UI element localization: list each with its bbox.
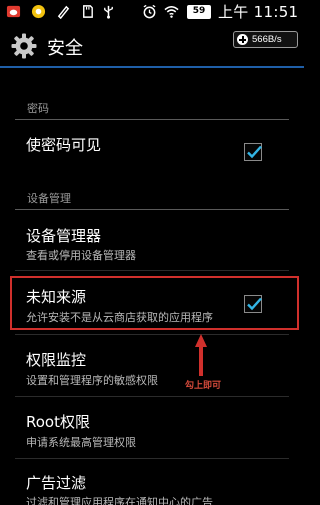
row-divider: [15, 396, 289, 397]
weibo-icon: [6, 5, 21, 18]
clock: 上午 11:51: [218, 3, 299, 21]
setting-title: Root权限: [26, 413, 90, 431]
annotation-note: 勾上即可: [185, 381, 222, 391]
qq-icon: [31, 4, 46, 19]
battery-icon: 59: [187, 5, 211, 19]
show-password-checkbox[interactable]: [244, 143, 262, 161]
checkmark-icon: [247, 145, 262, 159]
section-header-password: 密码: [0, 96, 304, 120]
action-bar-divider: [0, 66, 304, 68]
row-divider: [15, 334, 289, 335]
page-title: 安全: [47, 38, 83, 59]
sd-card-icon: [83, 5, 93, 18]
network-speed: 566B/s: [252, 34, 282, 45]
section-header-device-admin: 设备管理: [0, 186, 304, 210]
setting-title: 广告过滤: [26, 474, 87, 492]
highlight-box: [10, 276, 299, 330]
network-speed-badge: 566B/s: [233, 31, 298, 48]
setting-title: 设备管理器: [26, 227, 102, 245]
section-title: 密码: [27, 102, 49, 115]
setting-title: 使密码可见: [26, 136, 102, 154]
arrow-up-icon: [195, 334, 207, 376]
setting-ad-filter[interactable]: 广告过滤 过滤和管理应用程序在通知中心的广告: [0, 462, 304, 505]
setting-summary: 过滤和管理应用程序在通知中心的广告: [26, 496, 213, 505]
setting-summary: 申请系统最高管理权限: [26, 436, 136, 449]
setting-title: 权限监控: [26, 351, 87, 369]
setting-root[interactable]: Root权限 申请系统最高管理权限: [0, 400, 304, 456]
setting-permission-monitor[interactable]: 权限监控 设置和管理程序的敏感权限: [0, 338, 304, 394]
plus-icon: [237, 34, 248, 45]
gear-icon[interactable]: [10, 32, 38, 60]
row-divider: [15, 270, 289, 271]
section-divider: [15, 119, 289, 120]
status-bar: 59 上午 11:51: [0, 0, 304, 24]
row-divider: [15, 458, 289, 459]
setting-show-password[interactable]: 使密码可见: [0, 121, 304, 177]
setting-device-managers[interactable]: 设备管理器 查看或停用设备管理器: [0, 212, 304, 270]
alarm-icon: [143, 4, 156, 19]
setting-summary: 查看或停用设备管理器: [26, 249, 136, 262]
edit-icon: [57, 5, 70, 19]
setting-summary: 设置和管理程序的敏感权限: [26, 374, 158, 387]
action-bar: 安全 566B/s: [0, 24, 304, 66]
usb-icon: [104, 5, 113, 19]
wifi-icon: [164, 6, 179, 18]
section-title: 设备管理: [27, 192, 71, 205]
section-divider: [15, 209, 289, 210]
